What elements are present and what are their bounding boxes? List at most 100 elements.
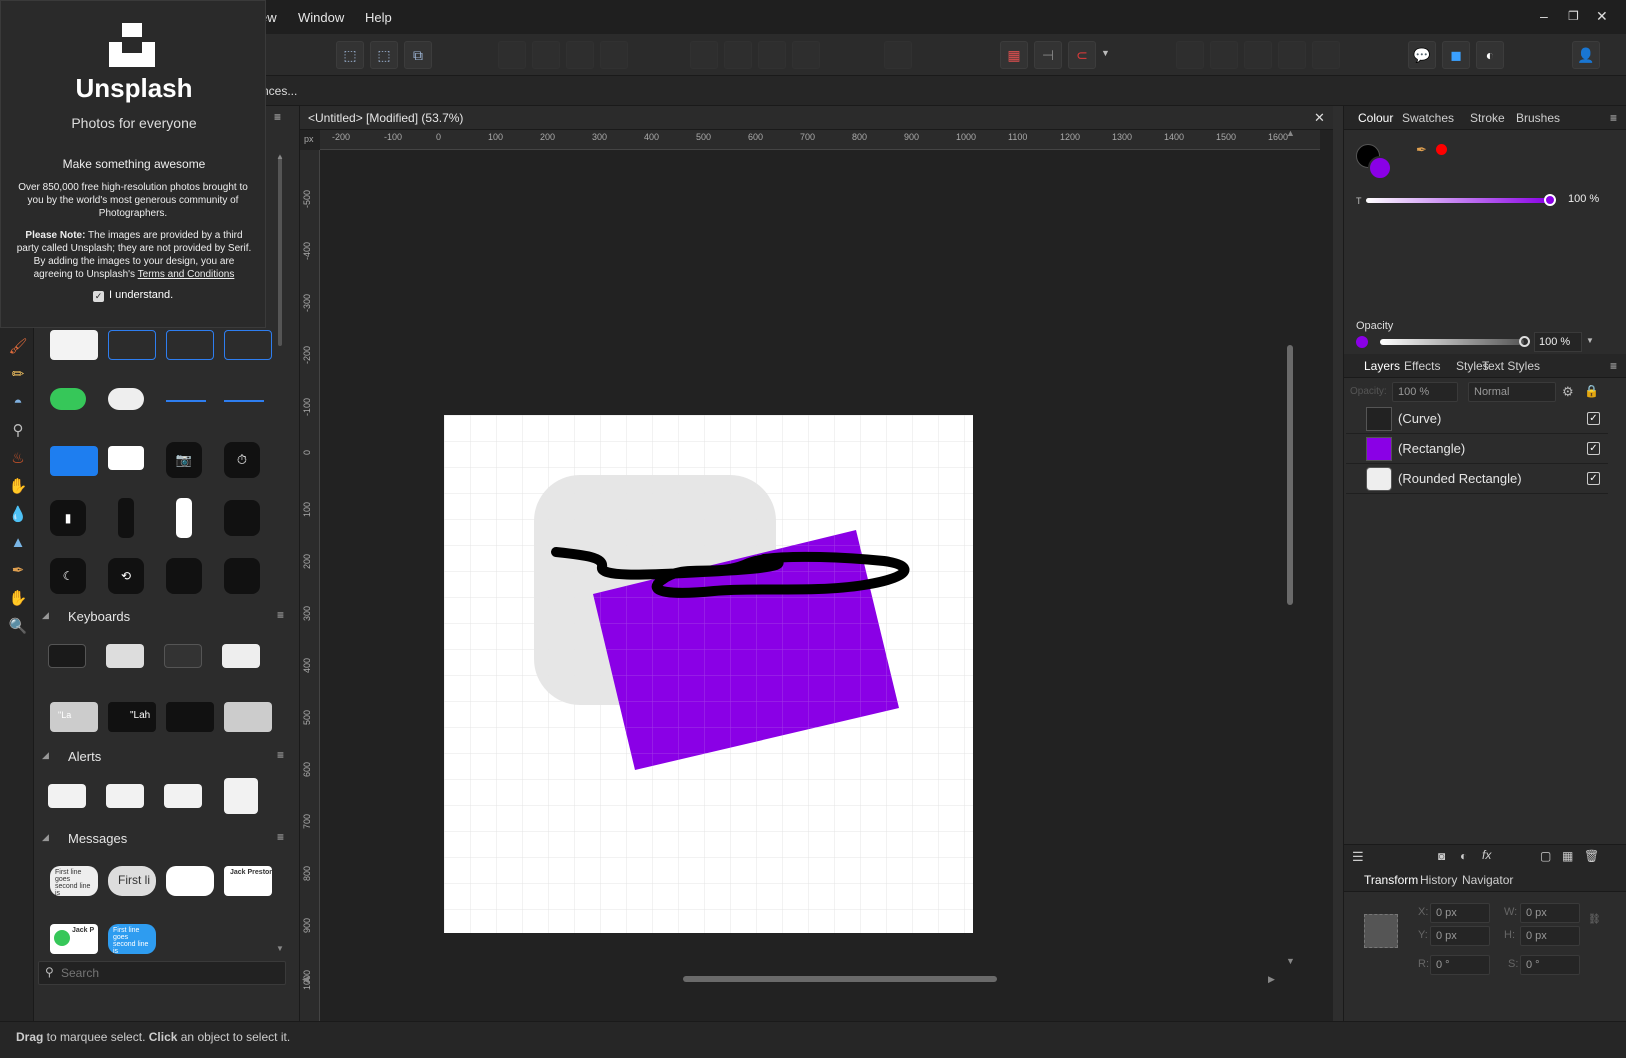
message-card-asset[interactable]: Jack Preston: [224, 866, 272, 896]
brightness-slider-asset[interactable]: [176, 498, 192, 538]
rotation-lock-icon[interactable]: ⟲: [108, 558, 144, 594]
asset-thumb[interactable]: [224, 330, 272, 360]
select-all-icon[interactable]: ⬚: [336, 41, 364, 69]
add-layer-icon[interactable]: ▢: [1540, 849, 1551, 863]
tab-layers[interactable]: Layers: [1364, 359, 1400, 373]
arrange-back-icon[interactable]: [498, 41, 526, 69]
w-field[interactable]: 0 px: [1520, 903, 1580, 923]
adjustment-icon[interactable]: ◐: [1460, 849, 1467, 863]
layer-row-curve[interactable]: (Curve) ✓: [1346, 404, 1608, 434]
rotate-left-icon[interactable]: [758, 41, 786, 69]
opacity-slider[interactable]: [1380, 339, 1524, 345]
menu-item-help[interactable]: Help: [365, 10, 392, 25]
tab-effects[interactable]: Effects: [1404, 359, 1440, 373]
vertical-ruler[interactable]: -500 -400 -300 -200 -100 0 100 200 300 400 500 600 7…: [300, 150, 320, 1021]
asset-thumb[interactable]: [108, 330, 156, 360]
menu-item-window[interactable]: Window: [298, 10, 344, 25]
boolean-subtract-icon[interactable]: [1210, 41, 1238, 69]
layer-opacity-field[interactable]: 100 %: [1392, 382, 1458, 402]
blur-tool-icon[interactable]: 💧: [8, 504, 28, 524]
section-alerts[interactable]: ◢ Alerts ≡: [34, 746, 294, 768]
tab-stroke[interactable]: Stroke: [1470, 111, 1505, 125]
section-keyboards[interactable]: ◢ Keyboards ≡: [34, 606, 294, 628]
horizontal-scrollbar[interactable]: [683, 976, 997, 982]
keyboard-asset[interactable]: [222, 644, 260, 668]
arrange-front-icon[interactable]: [600, 41, 628, 69]
terms-link[interactable]: Terms and Conditions: [138, 269, 235, 280]
layer-visibility-checkbox[interactable]: ✓: [1587, 442, 1600, 455]
asset-thumb[interactable]: [166, 330, 214, 360]
tint-value[interactable]: 100 %: [1564, 190, 1606, 210]
alert-asset[interactable]: [106, 784, 144, 808]
vertical-scrollbar[interactable]: [1287, 345, 1293, 605]
scroll-left-icon[interactable]: ◀: [302, 974, 309, 985]
panel-menu-icon[interactable]: ≡: [1610, 359, 1617, 373]
boolean-add-icon[interactable]: [1176, 41, 1204, 69]
keyboard-suggestion-asset[interactable]: [224, 702, 272, 732]
section-menu-icon[interactable]: ≡: [277, 748, 284, 762]
account-icon[interactable]: 👤: [1572, 41, 1600, 69]
snapping-magnet-icon[interactable]: ⊂: [1068, 41, 1096, 69]
personas-export-icon[interactable]: ◐: [1476, 41, 1504, 69]
alert-asset[interactable]: [164, 784, 202, 808]
understand-checkbox[interactable]: ✓: [93, 291, 104, 302]
message-bubble-asset[interactable]: [166, 866, 214, 896]
screen-mirror-icon[interactable]: [224, 500, 260, 536]
assets-panel-menu-icon[interactable]: ≡: [274, 110, 281, 124]
rotation-field[interactable]: 0 °: [1430, 955, 1490, 975]
color-picker-tool-icon[interactable]: ✒: [8, 560, 28, 580]
flip-vertical-icon[interactable]: [724, 41, 752, 69]
close-window-button[interactable]: ✕: [1596, 8, 1608, 25]
toggle-off-asset[interactable]: [108, 388, 144, 410]
asset-thumb[interactable]: [108, 446, 144, 470]
mask-icon[interactable]: ◙: [1438, 849, 1445, 863]
boolean-divide-icon[interactable]: [1312, 41, 1340, 69]
group-layers-icon[interactable]: ▦: [1562, 849, 1573, 863]
personas-chat2-icon[interactable]: ◼: [1442, 41, 1470, 69]
delete-layer-icon[interactable]: 🗑: [1584, 849, 1599, 863]
section-menu-icon[interactable]: ≡: [277, 830, 284, 844]
pencil-tool-icon[interactable]: ✏: [8, 364, 28, 384]
horizontal-ruler[interactable]: -200 -100 0 100 200 300 400 500 600 700 800 900 1000…: [320, 130, 1320, 150]
layer-settings-gear-icon[interactable]: ⚙: [1562, 384, 1574, 400]
lock-icon[interactable]: 🔒: [1584, 384, 1599, 398]
message-bubble-asset[interactable]: First li: [108, 866, 156, 896]
scroll-right-icon[interactable]: ▶: [1268, 974, 1275, 985]
snapping-dropdown-icon[interactable]: ▼: [1101, 48, 1110, 58]
slider-asset[interactable]: [224, 400, 264, 402]
camera-icon[interactable]: 📷: [166, 442, 202, 478]
deselect-icon[interactable]: ⬚: [370, 41, 398, 69]
alert-asset[interactable]: [224, 778, 258, 814]
tab-text-styles[interactable]: Text Styles: [1482, 359, 1540, 373]
flip-horizontal-icon[interactable]: [690, 41, 718, 69]
artboard[interactable]: [444, 415, 973, 933]
boolean-intersect-icon[interactable]: [1244, 41, 1272, 69]
opacity-dropdown-icon[interactable]: ▼: [1586, 336, 1594, 345]
personas-chat-icon[interactable]: 💬: [1408, 41, 1436, 69]
toggle-on-asset[interactable]: [50, 388, 86, 410]
tab-transform[interactable]: Transform: [1364, 873, 1418, 887]
recent-colour-swatch[interactable]: [1436, 144, 1447, 155]
moon-icon[interactable]: ☾: [50, 558, 86, 594]
h-field[interactable]: 0 px: [1520, 926, 1580, 946]
anchor-selector[interactable]: [1364, 914, 1398, 948]
asset-thumb[interactable]: [50, 330, 98, 360]
layer-row-rounded-rectangle[interactable]: (Rounded Rectangle) ✓: [1346, 464, 1608, 494]
opacity-slider-handle[interactable]: [1519, 336, 1530, 347]
magnifier-tool-icon[interactable]: ⚲: [8, 420, 28, 440]
hand-tool-icon[interactable]: ✋: [8, 588, 28, 608]
grid-icon[interactable]: ▦: [1000, 41, 1028, 69]
restore-button[interactable]: ❐: [1568, 9, 1579, 23]
keyboard-asset[interactable]: [164, 644, 202, 668]
minimize-button[interactable]: –: [1540, 8, 1548, 24]
assets-search-box[interactable]: ⚲: [38, 961, 286, 985]
collapse-triangle-icon[interactable]: ◢: [42, 832, 49, 843]
layer-row-rectangle[interactable]: (Rectangle) ✓: [1346, 434, 1608, 464]
assets-search-input[interactable]: [61, 965, 261, 981]
transform-mode-icon[interactable]: ⧉: [404, 41, 432, 69]
rotate-right-icon[interactable]: [792, 41, 820, 69]
document-tab[interactable]: <Untitled> [Modified] (53.7%) ✕: [300, 106, 1333, 130]
keyboard-asset[interactable]: [106, 644, 144, 668]
volume-slider-asset[interactable]: [118, 498, 134, 538]
section-messages[interactable]: ◢ Messages ≡: [34, 828, 294, 850]
